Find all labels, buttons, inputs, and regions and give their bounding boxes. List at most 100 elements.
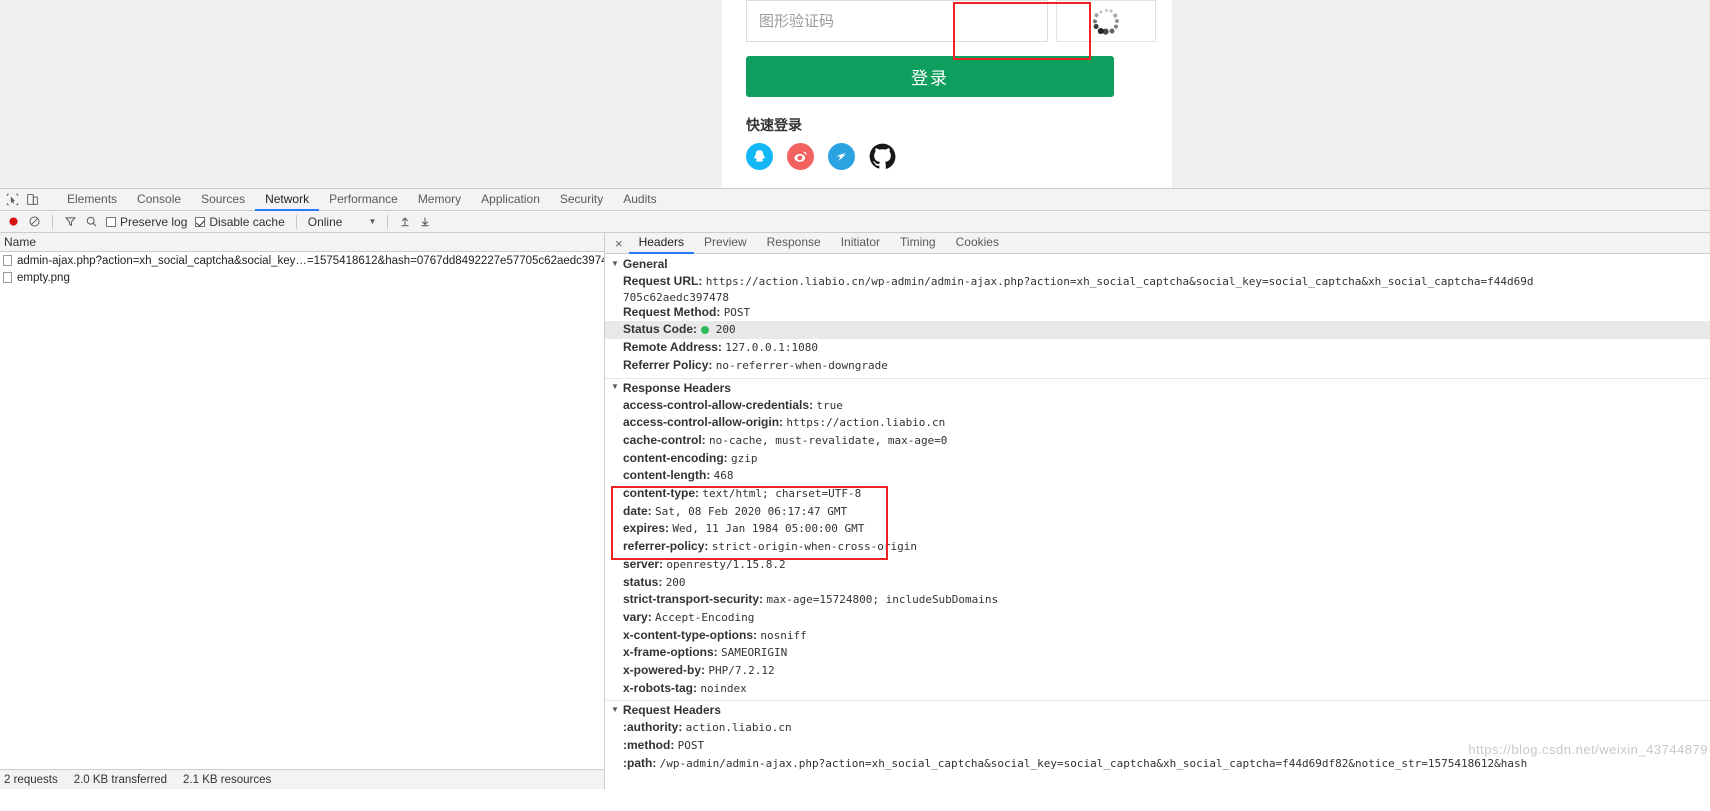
throttling-value: Online — [307, 214, 343, 229]
network-body: Name admin-ajax.php?action=xh_social_cap… — [0, 233, 1710, 789]
header-row: strict-transport-security: max-age=15724… — [605, 591, 1710, 609]
resource-size: 2.1 KB resources — [183, 773, 272, 786]
record-icon[interactable] — [4, 211, 23, 233]
tab-sources[interactable]: Sources — [191, 189, 255, 211]
captcha-row — [746, 0, 1156, 42]
github-icon[interactable] — [869, 143, 896, 170]
request-detail-pane: × Headers Preview Response Initiator Tim… — [605, 233, 1710, 789]
network-status-bar: 2 requests 2.0 KB transferred 2.1 KB res… — [0, 769, 604, 789]
tab-console[interactable]: Console — [127, 189, 191, 211]
filter-icon[interactable] — [61, 211, 80, 233]
header-key: referrer-policy: — [623, 539, 712, 554]
export-har-icon[interactable] — [416, 211, 434, 233]
tab-initiator[interactable]: Initiator — [831, 233, 890, 254]
tab-timing[interactable]: Timing — [890, 233, 946, 254]
header-row: vary: Accept-Encoding — [605, 609, 1710, 627]
header-row: access-control-allow-origin: https://act… — [605, 414, 1710, 432]
tab-network[interactable]: Network — [255, 189, 320, 211]
header-value: PHP/7.2.12 — [708, 664, 775, 678]
status-code-value: 200 — [715, 323, 736, 337]
header-key: :authority: — [623, 720, 686, 735]
tab-elements[interactable]: Elements — [57, 189, 127, 211]
section-response-headers-label: Response Headers — [622, 380, 731, 395]
section-general[interactable]: ▼ General — [605, 255, 1710, 273]
tab-performance[interactable]: Performance — [319, 189, 408, 211]
header-value: Accept-Encoding — [655, 610, 755, 624]
tab-application[interactable]: Application — [471, 189, 550, 211]
detail-tabbar: × Headers Preview Response Initiator Tim… — [605, 233, 1710, 254]
import-har-icon[interactable] — [396, 211, 414, 233]
captcha-input[interactable] — [746, 0, 1048, 42]
search-icon[interactable] — [82, 211, 101, 233]
chevron-down-icon: ▼ — [611, 258, 619, 268]
request-url-value-wrapped: 705c62aedc397478 — [623, 290, 729, 304]
header-value: text/html; charset=UTF-8 — [702, 487, 862, 501]
toolbar-divider-2 — [295, 214, 297, 229]
table-row[interactable]: empty.png — [0, 269, 604, 286]
dingtalk-icon[interactable] — [828, 143, 855, 170]
header-value: max-age=15724800; includeSubDomains — [766, 593, 999, 607]
tab-security[interactable]: Security — [550, 189, 613, 211]
table-row[interactable]: admin-ajax.php?action=xh_social_captcha&… — [0, 252, 604, 269]
disable-cache-label: Disable cache — [209, 214, 285, 229]
disable-cache-checkbox[interactable]: Disable cache — [192, 211, 287, 233]
qq-icon[interactable] — [746, 143, 773, 170]
login-button[interactable]: 登录 — [746, 56, 1114, 97]
chevron-down-icon: ▼ — [611, 704, 619, 714]
request-url-value: https://action.liabio.cn/wp-admin/admin-… — [705, 275, 1534, 288]
header-row: status: 200 — [605, 574, 1710, 592]
disable-cache-box — [195, 216, 206, 227]
request-list-header: Name — [0, 233, 604, 252]
header-key: access-control-allow-credentials: — [623, 397, 817, 412]
inspect-element-icon[interactable] — [3, 190, 22, 209]
header-key: x-powered-by: — [623, 663, 709, 678]
network-toolbar: Preserve log Disable cache Online ▼ — [0, 211, 1710, 233]
close-icon[interactable]: × — [609, 237, 629, 250]
request-name: empty.png — [17, 271, 70, 284]
section-request-headers[interactable]: ▼ Request Headers — [605, 700, 1710, 719]
request-method-key: Request Method: — [623, 304, 721, 319]
chevron-down-icon: ▼ — [611, 382, 619, 392]
request-count: 2 requests — [4, 773, 58, 786]
login-page-area: 登录 快速登录 — [0, 0, 1710, 208]
header-value: action.liabio.cn — [685, 721, 792, 735]
headers-content: ▼ General Request URL: https://action.li… — [605, 254, 1710, 789]
general-request-method: Request Method: POST — [605, 304, 1710, 322]
preserve-log-label: Preserve log — [120, 214, 188, 229]
clear-icon[interactable] — [25, 211, 44, 233]
header-row: :authority: action.liabio.cn — [605, 719, 1710, 737]
header-value: /wp-admin/admin-ajax.php?action=xh_socia… — [659, 756, 1528, 770]
preserve-log-checkbox[interactable]: Preserve log — [103, 211, 190, 233]
preserve-log-box — [106, 216, 116, 227]
tab-memory[interactable]: Memory — [408, 189, 471, 211]
quick-login-title: 快速登录 — [746, 117, 802, 133]
header-row: x-robots-tag: noindex — [605, 680, 1710, 698]
header-row: content-length: 468 — [605, 467, 1710, 485]
request-url-key: Request URL: — [623, 274, 703, 288]
status-ok-icon — [701, 326, 710, 335]
tab-audits[interactable]: Audits — [613, 189, 666, 211]
remote-address-value: 127.0.0.1:1080 — [725, 341, 818, 355]
header-key: :path: — [623, 755, 660, 770]
header-key: x-frame-options: — [623, 645, 722, 660]
transferred-size: 2.0 KB transferred — [73, 773, 168, 786]
header-value: Sat, 08 Feb 2020 06:17:47 GMT — [655, 504, 848, 518]
tab-headers[interactable]: Headers — [628, 233, 694, 254]
loading-spinner-icon — [1092, 8, 1119, 35]
throttling-select[interactable]: Online ▼ — [305, 211, 380, 233]
tab-cookies[interactable]: Cookies — [946, 233, 1009, 254]
captcha-image[interactable] — [1056, 0, 1156, 42]
devtools-tab-list: Elements Console Sources Network Perform… — [57, 189, 667, 211]
response-headers-list: access-control-allow-credentials: true ac… — [605, 397, 1710, 698]
header-key: x-content-type-options: — [623, 627, 761, 642]
header-row: referrer-policy: strict-origin-when-cros… — [605, 538, 1710, 556]
tab-response[interactable]: Response — [757, 233, 831, 254]
section-response-headers[interactable]: ▼ Response Headers — [605, 377, 1710, 397]
tab-preview[interactable]: Preview — [694, 233, 757, 254]
general-status-code: Status Code: 200 — [605, 321, 1710, 340]
header-key: server: — [623, 556, 667, 571]
toolbar-divider — [52, 214, 53, 229]
weibo-icon[interactable] — [787, 143, 814, 170]
header-row: x-content-type-options: nosniff — [605, 627, 1710, 645]
device-toolbar-icon[interactable] — [23, 190, 42, 209]
